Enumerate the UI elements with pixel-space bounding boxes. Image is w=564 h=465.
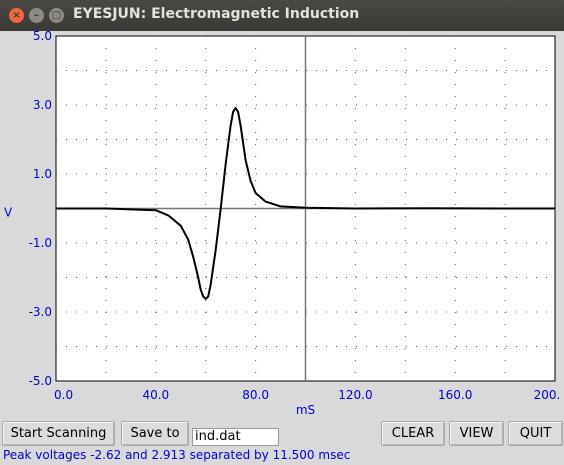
x-axis-label: mS	[296, 403, 315, 417]
x-tick-label: 0.0	[54, 388, 73, 402]
view-button[interactable]: VIEW	[449, 421, 504, 446]
quit-button[interactable]: QUIT	[508, 421, 563, 446]
y-tick-label: 3.0	[33, 98, 52, 112]
title-bar: × – □ EYESJUN: Electromagnetic Induction	[0, 0, 564, 31]
x-tick-label: 80.0	[242, 388, 269, 402]
window-title: EYESJUN: Electromagnetic Induction	[73, 6, 360, 22]
save-to-button[interactable]: Save to	[121, 421, 189, 446]
x-tick-label: 160.0	[438, 388, 472, 402]
y-tick-label: -3.0	[29, 305, 52, 319]
minimize-icon[interactable]: –	[29, 8, 44, 23]
close-icon[interactable]: ×	[9, 8, 24, 23]
x-tick-label: 40.0	[142, 388, 169, 402]
y-tick-label: 5.0	[33, 31, 52, 43]
x-tick-label: 120.0	[338, 388, 372, 402]
x-tick-label: 200.	[534, 388, 561, 402]
y-axis-label: V	[4, 206, 13, 220]
filename-input[interactable]	[192, 428, 279, 446]
start-scanning-button[interactable]: Start Scanning	[2, 421, 115, 446]
y-tick-label: -5.0	[29, 374, 52, 388]
clear-button[interactable]: CLEAR	[381, 421, 445, 446]
maximize-icon[interactable]: □	[49, 8, 64, 23]
y-tick-label: 1.0	[33, 167, 52, 181]
status-message: Peak voltages -2.62 and 2.913 separated …	[3, 448, 351, 462]
y-tick-label: -1.0	[29, 236, 52, 250]
plot-canvas[interactable]: 5.0 3.0 1.0 -1.0 -3.0 -5.00.0 40.0 80.0 120.0 160…	[0, 31, 564, 421]
